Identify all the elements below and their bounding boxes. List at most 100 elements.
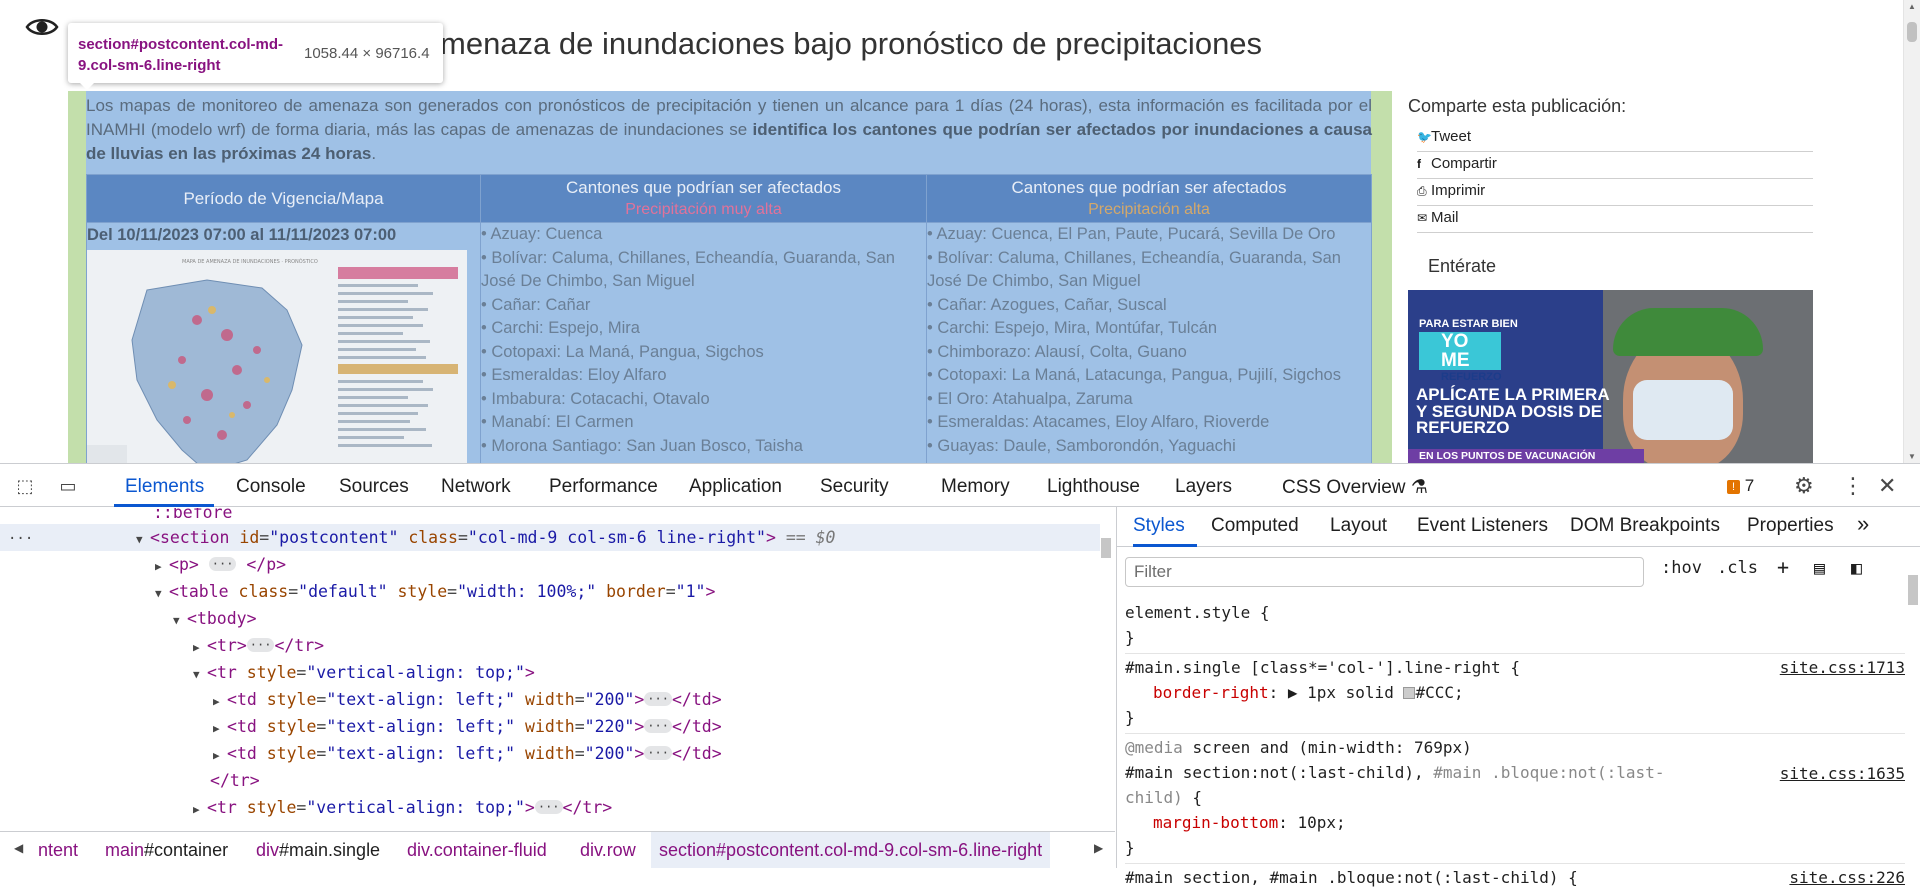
- settings-gear-icon[interactable]: ⚙: [1794, 473, 1814, 499]
- breadcrumb: ◀ ntent main#container div#main.single d…: [0, 831, 1115, 868]
- svg-text:MAPA DE AMENAZA DE INUNDACIONE: MAPA DE AMENAZA DE INUNDACIONES · PRONÓS…: [182, 258, 318, 265]
- tab-lighthouse[interactable]: Lighthouse: [1047, 476, 1140, 498]
- breadcrumb-item[interactable]: main#container: [105, 840, 228, 861]
- tab-memory[interactable]: Memory: [941, 476, 1010, 498]
- tab-console[interactable]: Console: [236, 476, 306, 498]
- rule-declaration[interactable]: margin-bottom: 10px;: [1125, 810, 1905, 835]
- tab-event-listeners[interactable]: Event Listeners: [1417, 515, 1548, 537]
- tab-application[interactable]: Application: [689, 476, 782, 498]
- tab-layout[interactable]: Layout: [1330, 515, 1387, 537]
- styles-filter-input[interactable]: [1125, 557, 1644, 587]
- breadcrumb-right-arrow-icon[interactable]: ▶: [1094, 841, 1103, 855]
- device-toolbar-icon[interactable]: ▭: [55, 473, 81, 499]
- tab-dom-breakpoints[interactable]: DOM Breakpoints: [1570, 515, 1720, 537]
- page-scrollbar[interactable]: ▲ ▼: [1903, 0, 1920, 463]
- dom-node-tbody[interactable]: ▼ <tbody>: [0, 605, 257, 632]
- dom-node-tr-close[interactable]: </tr>: [0, 767, 260, 794]
- breadcrumb-item[interactable]: div.container-fluid: [407, 840, 547, 861]
- close-devtools-icon[interactable]: ✕: [1878, 473, 1896, 499]
- dom-node-p[interactable]: ▶ <p> ··· </p>: [0, 551, 286, 578]
- inspect-element-icon[interactable]: ⬚: [12, 473, 38, 499]
- css-rule[interactable]: #main.single [class*='col-'].line-right …: [1125, 654, 1905, 734]
- promo-mask: [1633, 380, 1733, 440]
- more-tabs-icon[interactable]: »: [1857, 511, 1869, 537]
- new-rule-plus-icon[interactable]: +: [1777, 555, 1789, 579]
- node-actions-icon[interactable]: ···: [8, 526, 136, 553]
- print-icon: ⎙: [1417, 184, 1427, 198]
- page-title: menaza de inundaciones bajo pronóstico d…: [440, 26, 1263, 61]
- tab-sources[interactable]: Sources: [339, 476, 409, 498]
- list-item: • Cañar: Azogues, Cañar, Suscal: [927, 295, 1167, 314]
- css-rule[interactable]: #main section, #main .bloque:not(:last-c…: [1125, 864, 1905, 893]
- period-cell: Del 10/11/2023 07:00 al 11/11/2023 07:00…: [86, 222, 481, 463]
- rule-source-link[interactable]: site.css:1635: [1780, 761, 1905, 786]
- rule-close-brace: }: [1125, 628, 1135, 647]
- paint-brush-icon[interactable]: ▤: [1814, 558, 1825, 579]
- list-item: • Cañar: Cañar: [481, 295, 591, 314]
- dom-node-tr[interactable]: ▶ <tr> ··· </tr>: [0, 632, 324, 659]
- table-header-muy-alta: Cantones que podrían ser afectados Precip…: [480, 174, 927, 223]
- eye-icon[interactable]: [25, 15, 59, 39]
- color-swatch[interactable]: [1403, 687, 1416, 699]
- list-item: • Chimborazo: Alausí, Colta, Guano: [927, 342, 1187, 361]
- elements-dom-tree: ::before ··· ▼ <section id="postcontent" c…: [0, 508, 1115, 820]
- tab-layers[interactable]: Layers: [1175, 476, 1232, 498]
- share-tweet-link[interactable]: 🐦Tweet: [1417, 125, 1813, 152]
- active-tab-indicator: [114, 504, 214, 507]
- tab-elements[interactable]: Elements: [125, 476, 204, 498]
- list-item: • El Oro: Atahualpa, Zaruma: [927, 389, 1133, 408]
- share-print-link[interactable]: ⎙ Imprimir: [1417, 179, 1813, 206]
- css-rule-element-style[interactable]: element.style { }: [1125, 599, 1905, 654]
- dom-node-section-selected[interactable]: ··· ▼ <section id="postcontent" class="col…: [0, 524, 1100, 551]
- share-title: Comparte esta publicación:: [1408, 96, 1627, 116]
- promo-headline: APLÍCATE LA PRIMERA Y SEGUNDA DOSIS DE R…: [1416, 385, 1609, 437]
- rule-close-brace: }: [1125, 708, 1135, 727]
- rule-source-link[interactable]: site.css:1713: [1780, 655, 1905, 680]
- list-item: • Guayas: Daule, Samborondón, Yaguachi: [927, 436, 1236, 455]
- tab-styles[interactable]: Styles: [1133, 515, 1185, 537]
- table-header-period: Período de Vigencia/Mapa: [86, 174, 481, 223]
- elements-scrollbar[interactable]: [1099, 508, 1113, 820]
- share-mail-link[interactable]: ✉ Mail: [1417, 206, 1813, 233]
- css-rule-media[interactable]: @media screen and (min-width: 769px) #ma…: [1125, 734, 1905, 864]
- list-item: • Azuay: Cuenca: [481, 225, 603, 243]
- dom-node-td[interactable]: ▶ <td style="text-align: left;" width="22…: [0, 713, 722, 740]
- tab-performance[interactable]: Performance: [549, 476, 658, 498]
- tab-properties[interactable]: Properties: [1747, 515, 1834, 537]
- css-rules-list: element.style { } #main.single [class*='…: [1125, 599, 1905, 893]
- dom-node-tr-expanded[interactable]: ▼ <tr style="vertical-align: top;">: [0, 659, 535, 686]
- dom-node-td[interactable]: ▶ <td style="text-align: left;" width="20…: [0, 740, 722, 767]
- rule-source-link[interactable]: site.css:226: [1789, 865, 1905, 890]
- breadcrumb-item-active[interactable]: section#postcontent.col-md-9.col-sm-6.li…: [651, 832, 1051, 868]
- breadcrumb-left-arrow-icon[interactable]: ◀: [14, 841, 23, 855]
- breadcrumb-item[interactable]: ntent: [38, 840, 78, 861]
- breadcrumb-item[interactable]: div.row: [580, 840, 636, 861]
- hov-toggle[interactable]: :hov: [1661, 558, 1702, 578]
- tab-security[interactable]: Security: [820, 476, 889, 498]
- devtools-panel: ⬚ ▭ Elements Console Sources Network Per…: [0, 463, 1920, 887]
- tooltip-dimensions: 1058.44 × 96716.4: [304, 45, 430, 62]
- tab-css-overview[interactable]: CSS Overview ⚗: [1282, 476, 1428, 499]
- tab-network[interactable]: Network: [441, 476, 511, 498]
- tooltip-selector: section#postcontent.col-md-9.col-sm-6.li…: [78, 36, 284, 74]
- breadcrumb-item[interactable]: div#main.single: [256, 840, 380, 861]
- mail-icon: ✉: [1417, 211, 1428, 225]
- dom-node-table[interactable]: ▼ <table class="default" style="width: 10…: [0, 578, 715, 605]
- promo-footer: EN LOS PUNTOS DE VACUNACIÓN: [1408, 449, 1644, 463]
- rule-declaration[interactable]: border-right: ▶ 1px solid #CCC;: [1125, 680, 1905, 705]
- vaccination-promo-banner[interactable]: PARA ESTAR BIEN YO ME REFUERZO APLÍCATE L…: [1408, 290, 1813, 463]
- list-item: • Imbabura: Cotacachi, Otavalo: [481, 389, 710, 408]
- share-facebook-link[interactable]: f Compartir: [1417, 152, 1813, 179]
- issues-counter[interactable]: ! 7: [1727, 476, 1754, 496]
- dom-node-tr[interactable]: ▶ <tr style="vertical-align: top;"> ··· </t…: [0, 794, 612, 820]
- more-options-icon[interactable]: ⋮: [1842, 473, 1864, 499]
- tab-computed[interactable]: Computed: [1211, 515, 1299, 537]
- styles-scrollbar[interactable]: [1906, 547, 1920, 868]
- enterate-heading: Entérate: [1428, 256, 1497, 276]
- cls-toggle[interactable]: .cls: [1717, 558, 1758, 578]
- dom-node-td[interactable]: ▶ <td style="text-align: left;" width="20…: [0, 686, 722, 713]
- flood-map-image[interactable]: MAPA DE AMENAZA DE INUNDACIONES · PRONÓS…: [87, 249, 467, 463]
- list-item: • Morona Santiago: San Juan Bosco, Taish…: [481, 436, 803, 455]
- rule-selector-cont: child) {: [1125, 788, 1203, 807]
- toggle-sidebar-icon[interactable]: ◧: [1851, 558, 1862, 579]
